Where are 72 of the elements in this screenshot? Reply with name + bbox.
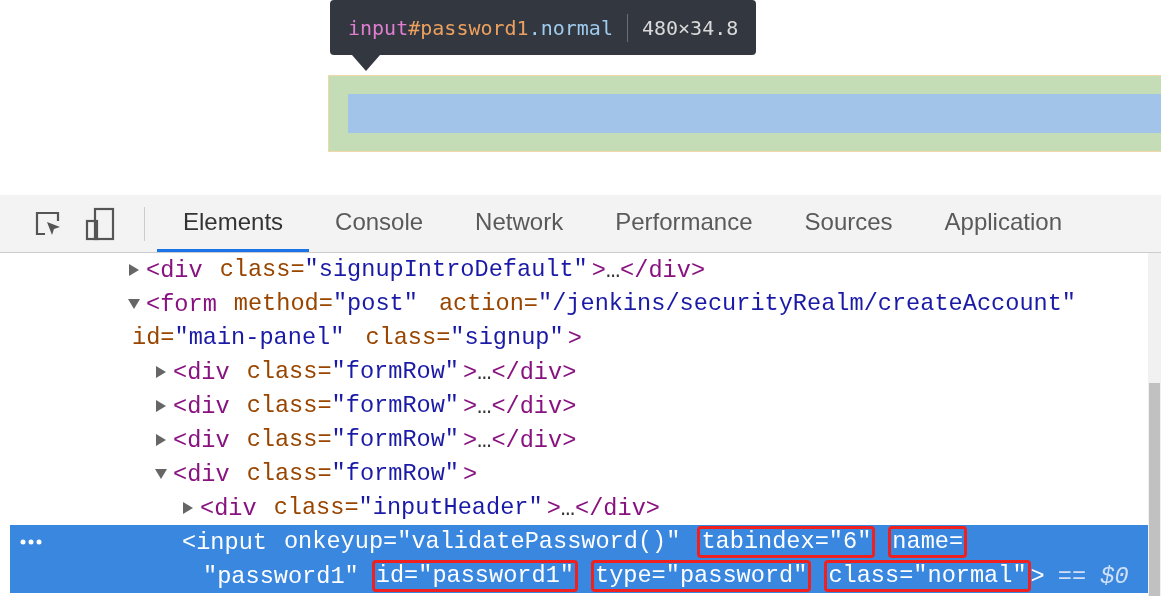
- attribute: class="formRow": [245, 425, 461, 455]
- collapsed-ellipsis[interactable]: …: [477, 392, 492, 420]
- attribute: class="formRow": [245, 357, 461, 387]
- attribute: class="signupIntroDefault": [218, 255, 589, 285]
- highlighted-attribute: class="normal": [824, 560, 1031, 592]
- tag-text: </div>: [491, 426, 577, 454]
- attribute: action="/jenkins/securityRealm/createAccount": [437, 289, 1078, 319]
- tag-text: <div: [173, 358, 230, 386]
- attribute: onkeyup="validatePassword()": [282, 527, 682, 557]
- tag-text: >: [463, 426, 478, 454]
- tag-text: >: [1030, 562, 1045, 590]
- element-selector: input#password1.normal: [348, 15, 613, 40]
- devtools-tab[interactable]: Elements: [157, 195, 310, 252]
- devtools-tab[interactable]: Application: [918, 195, 1088, 252]
- collapsed-triangle-icon[interactable]: [155, 366, 167, 378]
- scrollbar-thumb[interactable]: [1149, 383, 1160, 596]
- dom-node-row[interactable]: id="main-panel" class="signup" >: [10, 321, 1148, 355]
- attribute: method="post": [232, 289, 419, 319]
- tag-text: <div: [173, 426, 230, 454]
- expanded-triangle-icon[interactable]: [128, 298, 140, 310]
- selected-node-row[interactable]: <input onkeyup="validatePassword()" tabindex="6" name=: [10, 525, 1148, 559]
- tag-text: </div>: [491, 358, 577, 386]
- highlighted-attribute: tabindex="6": [697, 526, 876, 558]
- expanded-triangle-icon[interactable]: [155, 468, 167, 480]
- tag-text: <div: [200, 494, 257, 522]
- tag-text: <div: [173, 460, 230, 488]
- devtools-tab[interactable]: Console: [309, 195, 450, 252]
- collapsed-ellipsis[interactable]: …: [477, 358, 492, 386]
- dom-node-row[interactable]: <div class="inputHeader" >…</div>: [10, 491, 1148, 525]
- tag-text: </div>: [491, 392, 577, 420]
- tag-text: >: [546, 494, 561, 522]
- tag-text: >: [463, 460, 478, 488]
- collapsed-triangle-icon[interactable]: [155, 434, 167, 446]
- collapsed-triangle-icon[interactable]: [128, 264, 140, 276]
- element-size: 480×34.8: [641, 15, 739, 40]
- dom-node-row[interactable]: <div class="formRow" >…</div>: [10, 423, 1148, 457]
- collapsed-ellipsis[interactable]: …: [477, 426, 492, 454]
- selected-node-row[interactable]: "password1" id="password1" type="password" class="normal" > == $0: [10, 559, 1148, 593]
- dom-node-row[interactable]: <div class="formRow" >: [10, 457, 1148, 491]
- attribute: class="inputHeader": [272, 493, 544, 523]
- tag-text: >: [591, 256, 606, 284]
- collapsed-triangle-icon[interactable]: [182, 502, 194, 514]
- collapsed-triangle-icon[interactable]: [155, 400, 167, 412]
- devtools-tab[interactable]: Sources: [778, 195, 919, 252]
- devtools-tab[interactable]: Performance: [589, 195, 779, 252]
- attribute: id="main-panel": [131, 323, 346, 353]
- tag-text: <form: [146, 290, 217, 318]
- dom-node-row[interactable]: <div class="signupIntroDefault" >…</div>: [10, 253, 1148, 287]
- tag-text: <div: [173, 392, 230, 420]
- attribute-value: "password1": [203, 562, 359, 590]
- tag-text: <input: [182, 528, 267, 556]
- dom-node-row[interactable]: <div class="formRow" >…</div>: [10, 355, 1148, 389]
- tag-text: >: [463, 392, 478, 420]
- console-reference: == $0: [1057, 562, 1129, 590]
- more-icon[interactable]: [20, 539, 42, 545]
- attribute: class="formRow": [245, 391, 461, 421]
- dom-node-row[interactable]: <form method="post" action="/jenkins/securityRealm/createAccount": [10, 287, 1148, 321]
- dom-node-row[interactable]: <div class="formRow" >…</div>: [10, 389, 1148, 423]
- highlighted-attribute: name=: [888, 526, 968, 558]
- highlighted-attribute: type="password": [591, 560, 812, 592]
- attribute: class="formRow": [245, 459, 461, 489]
- scrollbar[interactable]: [1148, 253, 1161, 596]
- highlighted-attribute: id="password1": [371, 560, 578, 592]
- collapsed-ellipsis[interactable]: …: [560, 494, 575, 522]
- tag-text: </div>: [620, 256, 706, 284]
- tag-text: >: [567, 324, 582, 352]
- tag-text: >: [463, 358, 478, 386]
- collapsed-ellipsis[interactable]: …: [605, 256, 621, 284]
- attribute: class="signup": [364, 323, 565, 353]
- devtools-tab[interactable]: Network: [449, 195, 590, 252]
- tag-text: </div>: [575, 494, 660, 522]
- tag-text: <div: [146, 256, 203, 284]
